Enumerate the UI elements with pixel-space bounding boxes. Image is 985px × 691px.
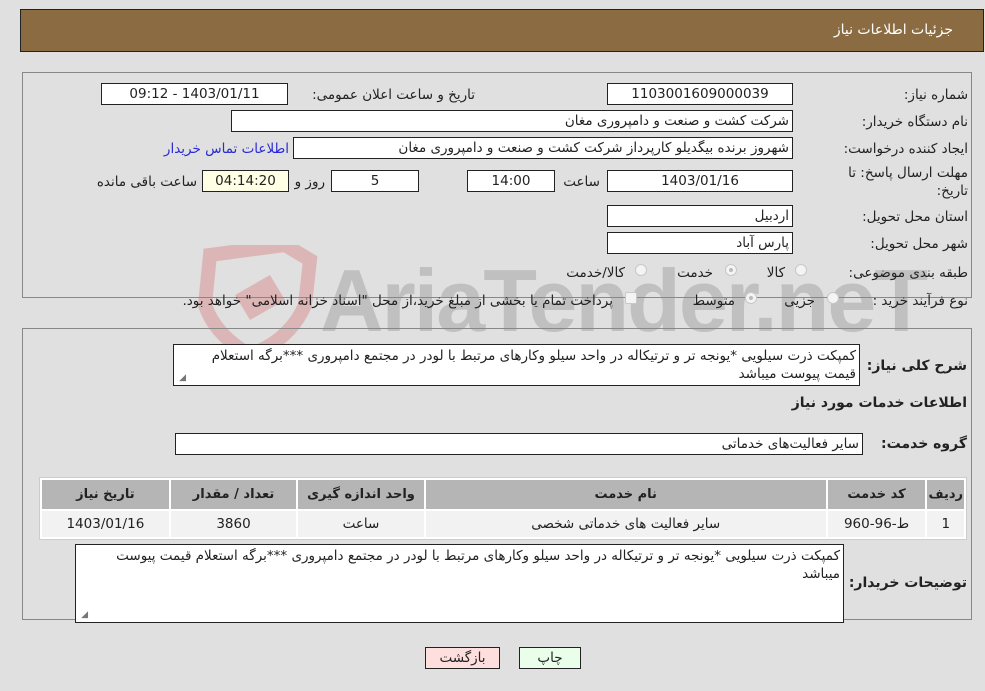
buyer-contact-link[interactable]: اطلاعات تماس خریدار [164, 141, 289, 157]
remaining-days-field: 5 [331, 170, 419, 192]
cell-service-code: ط-96-960 [827, 511, 926, 537]
page-header: جزئیات اطلاعات نیاز [20, 9, 984, 52]
deadline-time-field: 14:00 [467, 170, 555, 192]
category-option-service: خدمت [677, 265, 713, 281]
days-label: روز و [294, 174, 325, 190]
category-option-goods: کالا [766, 265, 785, 281]
cell-unit: ساعت [298, 511, 424, 537]
cell-row-number: 1 [927, 511, 964, 537]
treasury-checkbox-label: پرداخت تمام یا بخشی از مبلغ خرید،از محل … [182, 293, 613, 309]
need-number-field: 1103001609000039 [607, 83, 793, 105]
deadline-date-field: 1403/01/16 [607, 170, 793, 192]
category-radio-service[interactable] [725, 264, 737, 276]
treasury-checkbox[interactable] [625, 292, 637, 304]
cell-quantity: 3860 [170, 511, 297, 537]
buyer-notes-label: توضیحات خریدار: [848, 575, 967, 591]
buyer-notes-text: کمپکت ذرت سیلویی *یونجه تر و ترتیکاله در… [116, 548, 840, 582]
need-number-label: شماره نیاز: [903, 87, 968, 103]
col-header-row-number: ردیف [927, 480, 964, 509]
purchase-option-medium: متوسط [692, 293, 735, 309]
requester-field: شهروز برنده بیگدیلو کارپرداز شرکت کشت و … [293, 137, 793, 159]
city-label: شهر محل تحویل: [870, 236, 968, 252]
buyer-org-label: نام دستگاه خریدار: [861, 114, 968, 130]
col-header-service-code: کد خدمت [827, 480, 926, 509]
services-table: ردیف کد خدمت نام خدمت واحد اندازه گیری ت… [39, 477, 967, 540]
category-radio-goods-service[interactable] [635, 264, 647, 276]
announce-datetime-label: تاریخ و ساعت اعلان عمومی: [312, 87, 475, 103]
province-label: استان محل تحویل: [862, 209, 968, 225]
description-text: کمپکت ذرت سیلویی *یونجه تر و ترتیکاله در… [211, 348, 856, 382]
category-option-goods-service: کالا/خدمت [566, 265, 625, 281]
cell-service-name: سایر فعالیت های خدماتی شخصی [425, 511, 826, 537]
announce-datetime-field: 1403/01/11 - 09:12 [101, 83, 288, 105]
purchase-radio-minor[interactable] [827, 292, 839, 304]
service-group-label: گروه خدمت: [881, 436, 967, 452]
cell-need-date: 1403/01/16 [42, 511, 169, 537]
col-header-need-date: تاریخ نیاز [42, 480, 169, 509]
buyer-org-field: شرکت کشت و صنعت و دامپروری مغان [231, 110, 793, 132]
table-header-row: ردیف کد خدمت نام خدمت واحد اندازه گیری ت… [42, 480, 964, 509]
col-header-quantity: تعداد / مقدار [170, 480, 297, 509]
deadline-label-line2: تاریخ: [936, 183, 968, 199]
purchase-radio-medium[interactable] [745, 292, 757, 304]
category-radio-goods[interactable] [795, 264, 807, 276]
print-button[interactable]: چاپ [519, 647, 581, 669]
deadline-time-label: ساعت [563, 174, 600, 190]
description-textarea[interactable]: کمپکت ذرت سیلویی *یونجه تر و ترتیکاله در… [173, 344, 860, 386]
services-section-title: اطلاعات خدمات مورد نیاز [791, 395, 967, 411]
remaining-time-field: 04:14:20 [202, 170, 289, 192]
page-title: جزئیات اطلاعات نیاز [833, 22, 953, 38]
city-field: پارس آباد [607, 232, 793, 254]
purchase-option-minor: جزیی [784, 293, 815, 309]
deadline-label-line1: مهلت ارسال پاسخ: تا [848, 165, 968, 181]
description-label: شرح کلی نیاز: [866, 358, 967, 374]
requester-label: ایجاد کننده درخواست: [843, 141, 968, 157]
resize-grip-icon[interactable]: ◢ [79, 611, 88, 620]
purchase-type-label: نوع فرآیند خرید : [872, 293, 968, 309]
col-header-service-name: نام خدمت [425, 480, 826, 509]
table-row: 1 ط-96-960 سایر فعالیت های خدماتی شخصی س… [42, 511, 964, 537]
resize-grip-icon[interactable]: ◢ [177, 374, 186, 383]
category-label: طبقه بندی موضوعی: [848, 265, 968, 281]
service-group-field: سایر فعالیت‌های خدماتی [175, 433, 863, 455]
back-button[interactable]: بازگشت [425, 647, 500, 669]
province-field: اردبیل [607, 205, 793, 227]
col-header-unit: واحد اندازه گیری [298, 480, 424, 509]
buyer-notes-textarea[interactable]: کمپکت ذرت سیلویی *یونجه تر و ترتیکاله در… [75, 544, 844, 623]
remaining-time-label: ساعت باقی مانده [96, 174, 197, 190]
